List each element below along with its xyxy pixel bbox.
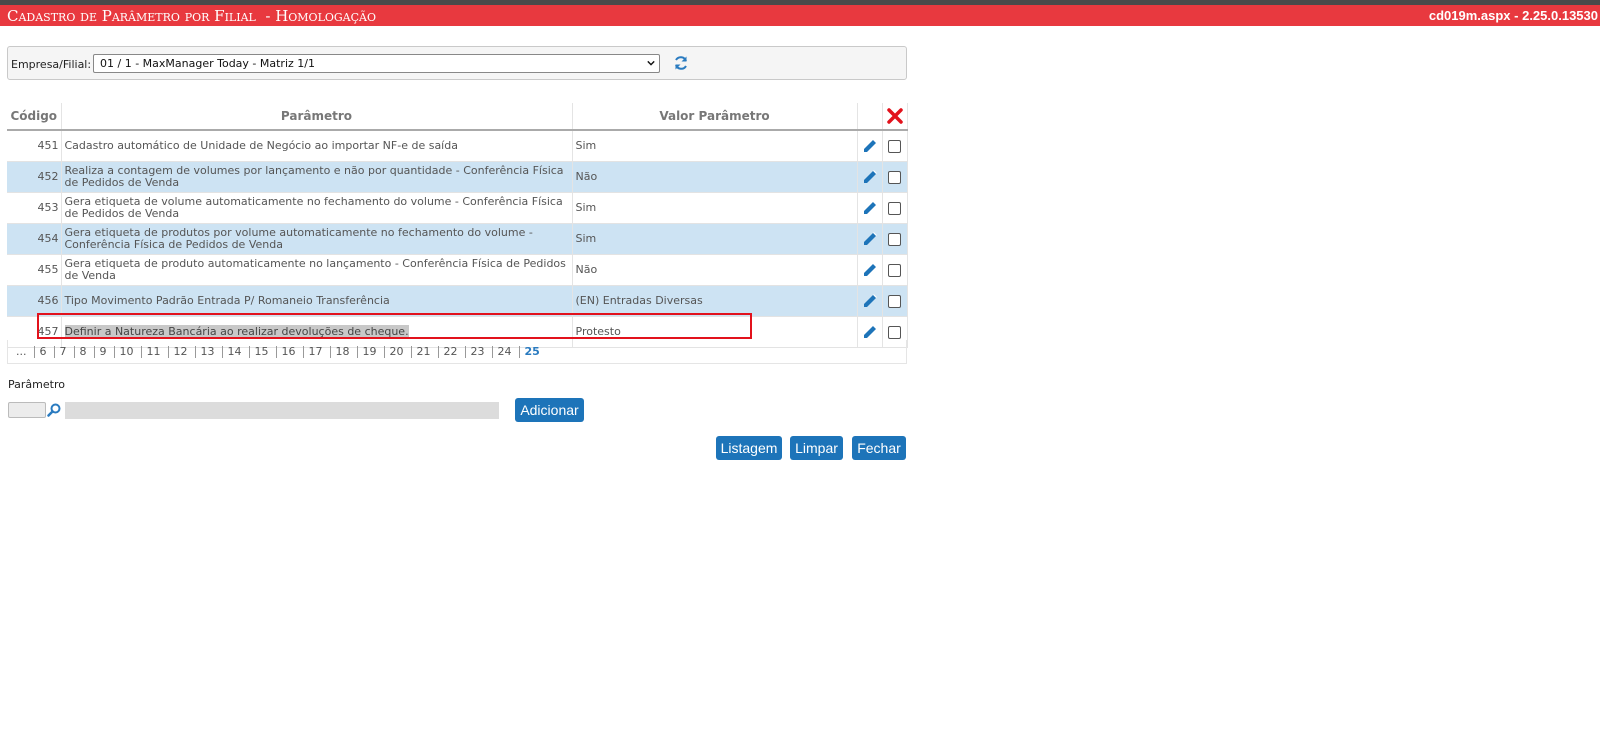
row-code: 453 bbox=[7, 192, 62, 224]
row-select-cell bbox=[882, 192, 908, 224]
page-link[interactable]: 6 bbox=[35, 346, 55, 358]
page-link[interactable]: 23 bbox=[466, 346, 493, 358]
page-link[interactable]: 13 bbox=[196, 346, 223, 358]
table-row[interactable]: 451 Cadastro automático de Unidade de Ne… bbox=[7, 130, 908, 162]
edit-pencil-icon[interactable] bbox=[861, 199, 879, 217]
page-link[interactable]: 7 bbox=[55, 346, 75, 358]
version-label: cd019m.aspx - 2.25.0.13530 bbox=[1428, 8, 1598, 23]
page-link[interactable]: 15 bbox=[250, 346, 277, 358]
row-checkbox[interactable] bbox=[888, 232, 901, 246]
edit-pencil-icon[interactable] bbox=[861, 230, 879, 248]
row-edit-cell bbox=[857, 161, 883, 193]
page-link[interactable]: 14 bbox=[223, 346, 250, 358]
row-value: Sim bbox=[572, 223, 858, 255]
column-header-code[interactable]: Código bbox=[7, 103, 62, 131]
company-branch-select[interactable]: 01 / 1 - MaxManager Today - Matriz 1/1 bbox=[93, 54, 660, 73]
row-parameter: Realiza a contagem de volumes por lançam… bbox=[61, 161, 573, 193]
page-link[interactable]: 10 bbox=[115, 346, 142, 358]
page-link[interactable]: ... bbox=[11, 346, 35, 358]
listagem-button[interactable]: Listagem bbox=[716, 436, 782, 460]
row-checkbox[interactable] bbox=[888, 139, 901, 153]
edit-pencil-icon[interactable] bbox=[861, 292, 879, 310]
row-select-cell bbox=[882, 161, 908, 193]
row-checkbox[interactable] bbox=[888, 294, 901, 308]
page-link[interactable]: 11 bbox=[142, 346, 169, 358]
table-row[interactable]: 453 Gera etiqueta de volume automaticame… bbox=[7, 192, 908, 224]
row-edit-cell bbox=[857, 130, 883, 162]
page-link[interactable]: 8 bbox=[75, 346, 95, 358]
page-link-current[interactable]: 25 bbox=[520, 346, 547, 358]
column-header-delete[interactable] bbox=[882, 103, 908, 131]
page-link[interactable]: 16 bbox=[277, 346, 304, 358]
table-row[interactable]: 452 Realiza a contagem de volumes por la… bbox=[7, 161, 908, 193]
row-select-cell bbox=[882, 130, 908, 162]
limpar-button[interactable]: Limpar bbox=[790, 436, 843, 460]
row-parameter: Gera etiqueta de produto automaticamente… bbox=[61, 254, 573, 286]
page-link[interactable]: 9 bbox=[95, 346, 115, 358]
edit-pencil-icon[interactable] bbox=[861, 168, 879, 186]
lookup-icon[interactable] bbox=[47, 403, 61, 417]
row-code: 456 bbox=[7, 285, 62, 317]
column-header-parameter[interactable]: Parâmetro bbox=[61, 103, 573, 131]
delete-x-icon[interactable] bbox=[886, 108, 903, 124]
page-link[interactable]: 18 bbox=[331, 346, 358, 358]
table-header-row: Código Parâmetro Valor Parâmetro bbox=[7, 103, 908, 131]
row-value: Sim bbox=[572, 192, 858, 224]
row-parameter: Cadastro automático de Unidade de Negóci… bbox=[61, 130, 573, 162]
pagination: ... 6 7 8 9 10 11 12 13 14 15 16 17 18 1… bbox=[11, 346, 547, 362]
parameter-field-label: Parâmetro bbox=[8, 378, 65, 391]
page-link[interactable]: 24 bbox=[493, 346, 520, 358]
parameters-table: Código Parâmetro Valor Parâmetro 451 Cad… bbox=[7, 103, 908, 348]
row-checkbox[interactable] bbox=[888, 325, 901, 339]
parameter-description-field bbox=[65, 402, 499, 419]
row-select-cell bbox=[882, 254, 908, 286]
column-header-edit bbox=[857, 103, 883, 131]
page-link[interactable]: 12 bbox=[169, 346, 196, 358]
row-checkbox[interactable] bbox=[888, 263, 901, 277]
title-bar: Cadastro de Parâmetro por Filial - Homol… bbox=[0, 5, 1600, 26]
row-code: 454 bbox=[7, 223, 62, 255]
row-edit-cell bbox=[857, 223, 883, 255]
row-edit-cell bbox=[857, 192, 883, 224]
refresh-icon[interactable] bbox=[673, 55, 689, 71]
page-link[interactable]: 19 bbox=[358, 346, 385, 358]
edit-pencil-icon[interactable] bbox=[861, 137, 879, 155]
company-branch-selected: 01 / 1 - MaxManager Today - Matriz 1/1 bbox=[100, 57, 315, 70]
company-filter-panel: Empresa/Filial: 01 / 1 - MaxManager Toda… bbox=[7, 46, 907, 80]
row-checkbox[interactable] bbox=[888, 170, 901, 184]
page-link[interactable]: 17 bbox=[304, 346, 331, 358]
row-edit-cell bbox=[857, 285, 883, 317]
row-value: Sim bbox=[572, 130, 858, 162]
row-edit-cell bbox=[857, 254, 883, 286]
page-title: Cadastro de Parâmetro por Filial - Homol… bbox=[7, 7, 377, 25]
table-row[interactable]: 455 Gera etiqueta de produto automaticam… bbox=[7, 254, 908, 286]
page-link[interactable]: 20 bbox=[385, 346, 412, 358]
row-value: (EN) Entradas Diversas bbox=[572, 285, 858, 317]
add-button[interactable]: Adicionar bbox=[515, 398, 584, 422]
parameter-code-input[interactable] bbox=[8, 402, 46, 418]
row-parameter: Gera etiqueta de volume automaticamente … bbox=[61, 192, 573, 224]
row-parameter: Gera etiqueta de produtos por volume aut… bbox=[61, 223, 573, 255]
row-checkbox[interactable] bbox=[888, 201, 901, 215]
fechar-button[interactable]: Fechar bbox=[852, 436, 906, 460]
row-value: Não bbox=[572, 254, 858, 286]
company-filter-label: Empresa/Filial: bbox=[11, 58, 92, 71]
column-header-value[interactable]: Valor Parâmetro bbox=[572, 103, 858, 131]
table-row[interactable]: 454 Gera etiqueta de produtos por volume… bbox=[7, 223, 908, 255]
row-value: Não bbox=[572, 161, 858, 193]
edit-pencil-icon[interactable] bbox=[861, 261, 879, 279]
row-code: 451 bbox=[7, 130, 62, 162]
edit-pencil-icon[interactable] bbox=[861, 323, 879, 341]
row-code: 455 bbox=[7, 254, 62, 286]
row-code: 452 bbox=[7, 161, 62, 193]
table-row[interactable]: 456 Tipo Movimento Padrão Entrada P/ Rom… bbox=[7, 285, 908, 317]
chevron-down-icon bbox=[647, 60, 655, 66]
page-link[interactable]: 21 bbox=[412, 346, 439, 358]
row-parameter: Tipo Movimento Padrão Entrada P/ Romanei… bbox=[61, 285, 573, 317]
highlight-annotation-box bbox=[37, 313, 752, 339]
row-select-cell bbox=[882, 285, 908, 317]
page-link[interactable]: 22 bbox=[439, 346, 466, 358]
row-select-cell bbox=[882, 223, 908, 255]
